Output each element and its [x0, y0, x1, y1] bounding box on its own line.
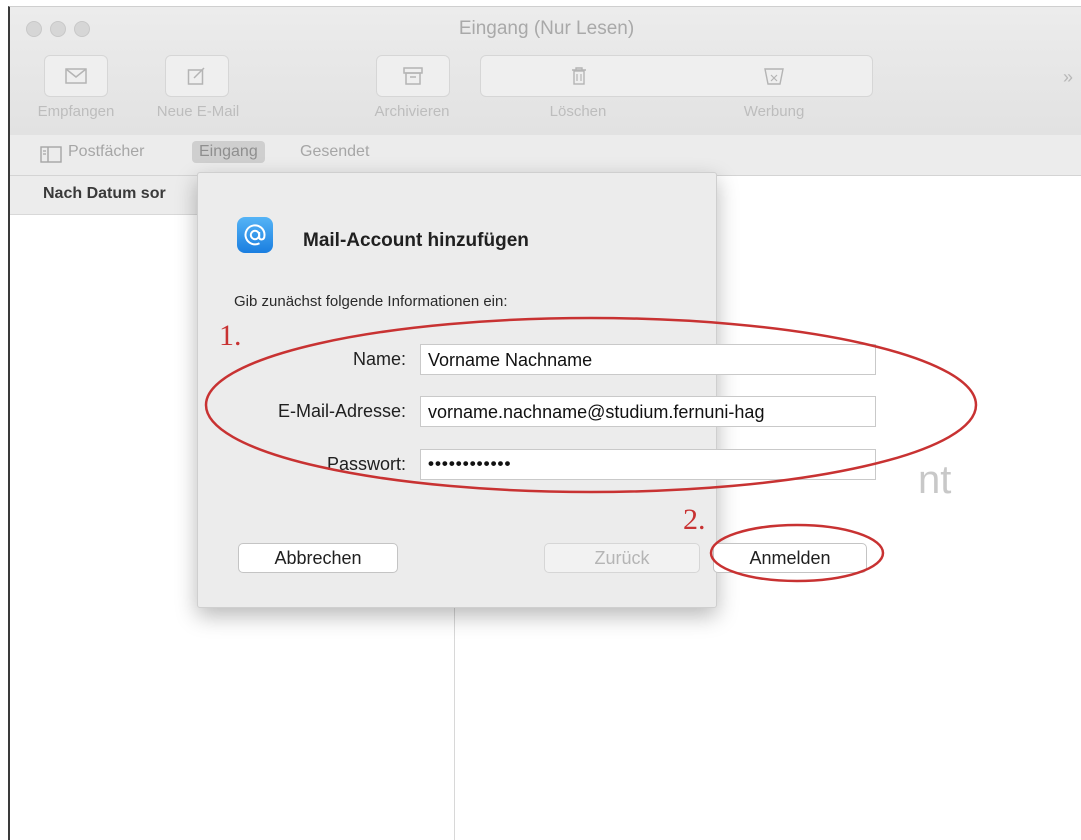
mail-window: Eingang (Nur Lesen) Empfangen Neue E-Mai…	[8, 6, 1081, 840]
at-sign-icon	[237, 217, 273, 253]
delete-label: Löschen	[549, 103, 607, 120]
favorite-sent[interactable]: Gesendet	[300, 143, 369, 161]
annotation-step-1: 1.	[219, 319, 242, 352]
dialog-subtitle: Gib zunächst folgende Informationen ein:	[234, 293, 508, 310]
receive-button[interactable]	[44, 55, 108, 97]
email-label: E-Mail-Adresse:	[277, 401, 406, 421]
archive-label: Archivieren	[374, 103, 450, 120]
login-button[interactable]: Anmelden	[713, 543, 867, 573]
cancel-button[interactable]: Abbrechen	[238, 543, 398, 573]
archive-button[interactable]	[376, 55, 450, 97]
password-field[interactable]: ••••••••••••	[420, 449, 876, 480]
envelope-icon	[65, 68, 87, 84]
archive-icon	[403, 67, 423, 85]
back-button[interactable]: Zurück	[544, 543, 700, 573]
junk-label: Werbung	[743, 103, 805, 120]
window-title: Eingang (Nur Lesen)	[458, 18, 635, 39]
favorite-mailboxes[interactable]: Postfächer	[68, 143, 144, 161]
reading-pane-ghost-text: nt	[918, 458, 952, 502]
password-label: Passwort:	[326, 454, 406, 474]
dialog-title: Mail-Account hinzufügen	[303, 230, 529, 251]
favorite-inbox[interactable]: Eingang	[192, 141, 265, 163]
new-mail-button[interactable]	[165, 55, 229, 97]
favorites-bar: Postfächer Eingang Gesendet	[10, 135, 1081, 176]
sidebar-icon[interactable]	[40, 146, 62, 163]
sort-label[interactable]: Nach Datum sor	[43, 185, 166, 203]
toolbar-overflow-button[interactable]: »	[1063, 67, 1073, 88]
annotation-step-2: 2.	[683, 503, 706, 536]
name-field[interactable]: Vorname Nachname	[420, 344, 876, 375]
junk-icon	[764, 68, 784, 85]
trash-icon	[572, 67, 586, 85]
new-mail-label: Neue E-Mail	[156, 103, 240, 120]
receive-label: Empfangen	[37, 103, 115, 120]
email-field[interactable]: vorname.nachname@studium.fernuni-hag	[420, 396, 876, 427]
add-account-dialog: Mail-Account hinzufügen Gib zunächst fol…	[197, 172, 876, 608]
junk-button[interactable]	[676, 55, 873, 97]
titlebar: Eingang (Nur Lesen) Empfangen Neue E-Mai…	[10, 7, 1081, 136]
delete-button[interactable]	[480, 55, 678, 97]
compose-icon	[187, 67, 205, 85]
